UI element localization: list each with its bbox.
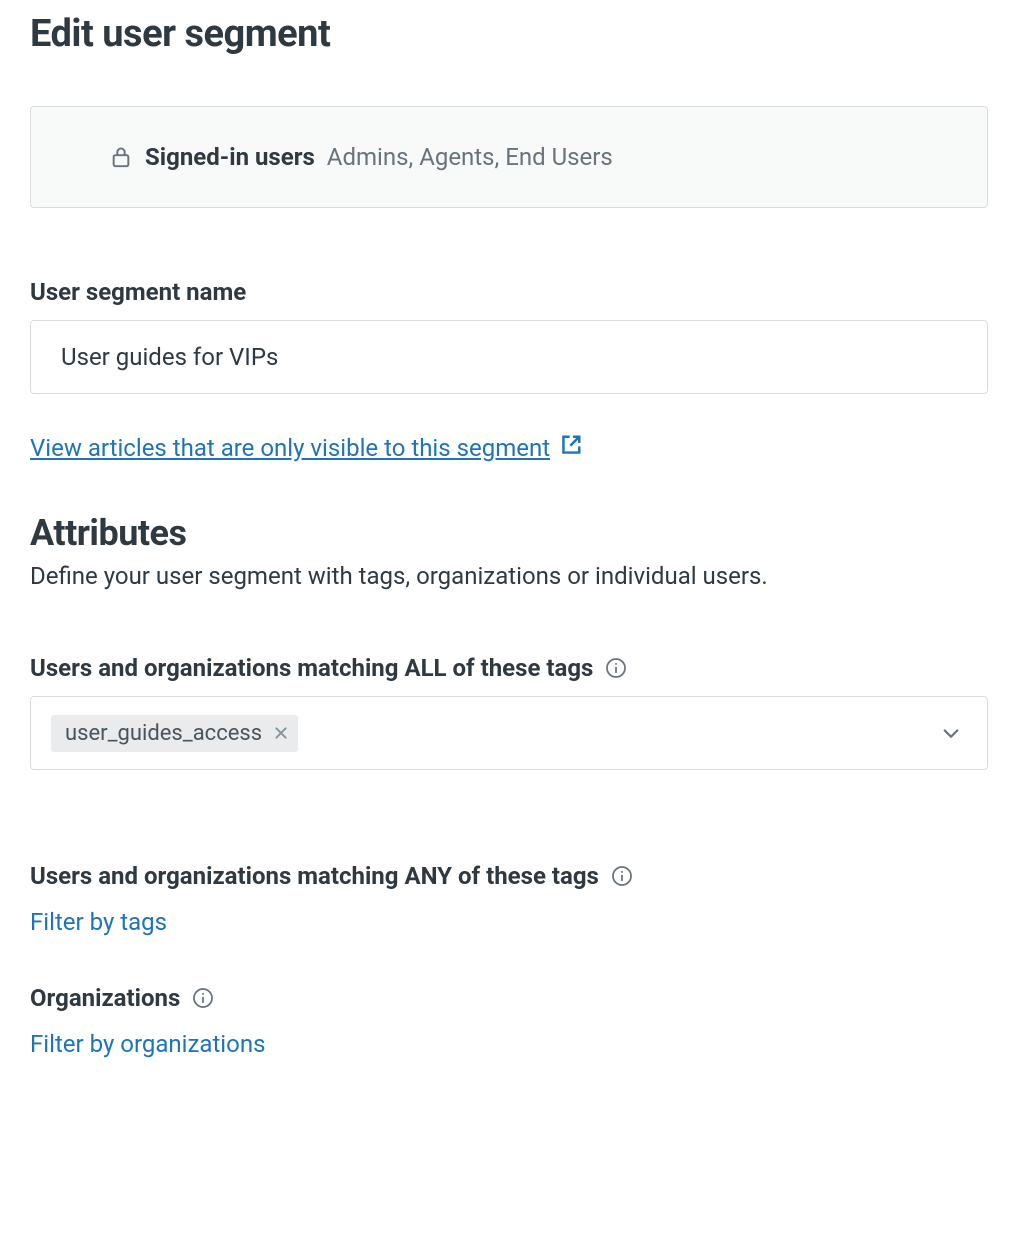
tag-chip-label: user_guides_access: [65, 721, 262, 746]
tags-all-label: Users and organizations matching ALL of …: [30, 654, 988, 682]
view-articles-link-text: View articles that are only visible to t…: [30, 434, 550, 462]
lock-icon: [111, 146, 131, 168]
info-icon[interactable]: [611, 865, 633, 887]
organizations-label: Organizations: [30, 984, 988, 1012]
access-title: Signed-in users: [145, 143, 315, 171]
filter-by-organizations-button[interactable]: Filter by organizations: [30, 1030, 265, 1058]
tags-all-input[interactable]: user_guides_access: [30, 696, 988, 770]
tag-chip: user_guides_access: [51, 715, 298, 752]
tags-any-label: Users and organizations matching ANY of …: [30, 862, 988, 890]
remove-tag-icon[interactable]: [274, 726, 288, 740]
info-icon[interactable]: [192, 987, 214, 1009]
attributes-description: Define your user segment with tags, orga…: [30, 562, 988, 590]
segment-name-input[interactable]: [30, 320, 988, 394]
external-link-icon: [560, 434, 582, 462]
view-articles-link[interactable]: View articles that are only visible to t…: [30, 434, 582, 462]
attributes-title: Attributes: [30, 512, 988, 554]
page-title: Edit user segment: [30, 12, 988, 56]
access-info-card: Signed-in users Admins, Agents, End User…: [30, 106, 988, 208]
info-icon[interactable]: [605, 657, 627, 679]
chevron-down-icon[interactable]: [941, 723, 967, 743]
filter-by-tags-button[interactable]: Filter by tags: [30, 908, 167, 936]
segment-name-label: User segment name: [30, 278, 988, 306]
access-subtitle: Admins, Agents, End Users: [327, 143, 613, 171]
